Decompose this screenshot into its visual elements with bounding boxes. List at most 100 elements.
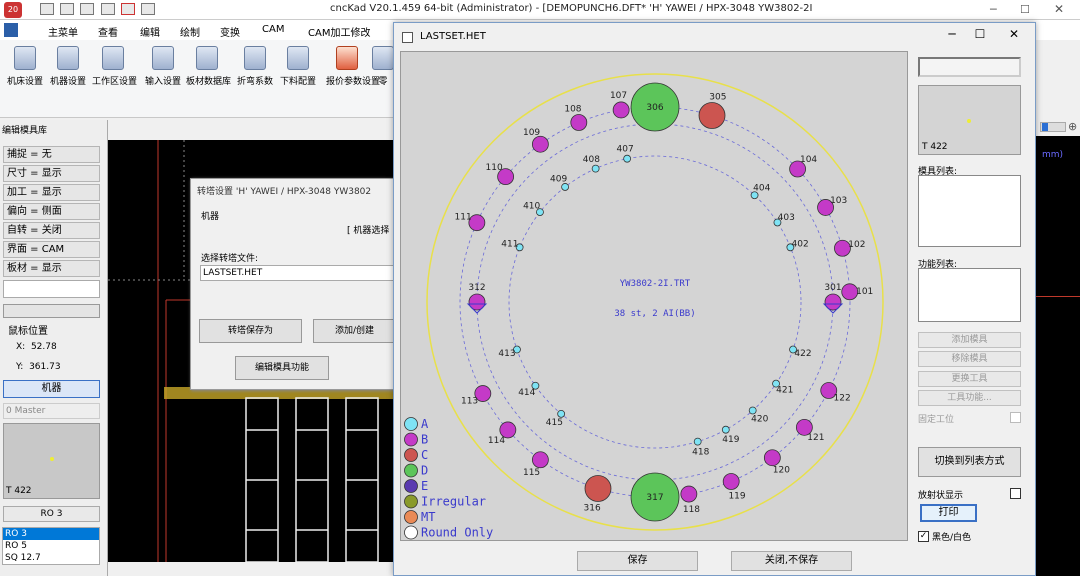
switch-list-button[interactable]: 切换到列表方式 [918,447,1021,477]
list-item[interactable]: RO 5 [3,540,99,552]
station-marker[interactable] [584,475,612,502]
station-marker[interactable] [698,102,726,129]
fixed-station-checkbox[interactable] [1010,412,1021,423]
bw-checkbox[interactable]: ✓ [918,531,929,542]
master-dropdown[interactable]: 0 Master [3,403,100,419]
function-list[interactable] [918,268,1021,322]
menu-draw[interactable]: 绘制 [180,24,200,39]
blank-field[interactable] [3,280,100,298]
station-407[interactable]: 407 [617,144,634,163]
sheet-database-button[interactable]: 板材数据库 [186,46,231,87]
dialog-close-icon[interactable]: ✕ [1004,27,1024,41]
nc-output-icon[interactable] [140,3,155,15]
dialog-maximize-icon[interactable]: ☐ [970,27,990,41]
menu-cam-modify[interactable]: CAM加工修改 [308,24,370,39]
machine-setup-button[interactable]: 机床设置 [4,46,46,87]
station-113[interactable]: 113 [461,385,492,407]
station-marker[interactable] [531,451,549,469]
station-411[interactable]: 411 [501,239,524,252]
station-402[interactable]: 402 [786,239,809,252]
station-103[interactable]: 103 [817,196,848,216]
station-marker[interactable] [693,437,702,446]
station-107[interactable]: 107 [610,91,630,119]
app-menu-icon[interactable] [4,23,18,37]
zoom-in-icon[interactable]: ⊕ [1068,120,1077,133]
station-420[interactable]: 420 [748,406,769,424]
station-408[interactable]: 408 [583,155,600,173]
station-101[interactable]: 101 [841,283,874,301]
close-window-icon[interactable]: ✕ [1054,2,1064,16]
print-icon[interactable] [100,3,115,15]
zoom-slider[interactable] [1040,122,1066,132]
nc-icon[interactable] [120,3,135,15]
quote-params-button[interactable]: 报价参数设置 [326,46,380,87]
save-button[interactable]: 保存 [577,551,698,571]
station-115[interactable]: 115 [523,451,549,478]
bend-factor-button[interactable]: 折弯系数 [234,46,276,87]
station-413[interactable]: 413 [498,345,521,359]
save-icon[interactable] [80,3,95,15]
sheet-setting[interactable]: 板材 = 显示 [3,260,100,277]
station-marker[interactable] [680,485,698,503]
station-403[interactable]: 403 [773,213,795,227]
menu-main[interactable]: 主菜单 [48,24,78,39]
station-108[interactable]: 108 [564,105,588,131]
more-button[interactable]: 零 [372,46,394,87]
menu-cam[interactable]: CAM [262,24,284,35]
station-120[interactable]: 120 [763,449,790,476]
interface-setting[interactable]: 界面 = CAM [3,241,100,258]
offset-setting[interactable]: 偏向 = 侧面 [3,203,100,220]
input-settings-button[interactable]: 输入设置 [142,46,184,87]
workspace-settings-button[interactable]: 工作区设置 [92,46,137,87]
station-421[interactable]: 421 [772,379,794,396]
ro-button[interactable]: RO 3 [3,506,100,522]
station-list[interactable]: RO 3 RO 5 SQ 12.7 [2,527,100,565]
list-item[interactable]: SQ 12.7 [3,552,99,564]
station-104[interactable]: 104 [789,155,818,178]
station-marker[interactable] [748,406,757,415]
station-316[interactable]: 316 [584,475,612,514]
dimension-setting[interactable]: 尺寸 = 显示 [3,165,100,182]
splitter-bar[interactable] [3,304,100,318]
station-marker[interactable] [612,101,630,119]
station-marker[interactable] [570,114,588,131]
station-114[interactable]: 114 [488,421,517,446]
save-turret-as-button[interactable]: 转塔保存为 [199,319,302,343]
tool-list[interactable] [918,175,1021,247]
station-121[interactable]: 121 [795,418,824,443]
station-410[interactable]: 410 [523,202,544,217]
list-item[interactable]: RO 3 [3,528,99,540]
station-422[interactable]: 422 [789,345,812,359]
edit-tool-function-button[interactable]: 编辑模具功能 [235,356,329,380]
replace-tool-button[interactable]: 更换工具 [918,371,1021,387]
station-marker[interactable] [591,164,600,173]
station-409[interactable]: 409 [550,175,570,191]
autorotate-setting[interactable]: 自转 = 关闭 [3,222,100,239]
cad-canvas-right[interactable]: mm) [1036,136,1080,576]
station-419[interactable]: 419 [721,425,740,445]
station-415[interactable]: 415 [546,409,566,428]
station-marker[interactable] [722,473,740,490]
menu-edit[interactable]: 编辑 [140,24,160,39]
station-marker[interactable] [763,449,781,467]
station-111[interactable]: 111 [455,213,486,232]
minimize-window-icon[interactable]: ─ [990,3,997,16]
close-no-save-button[interactable]: 关闭,不保存 [731,551,852,571]
add-tool-button[interactable]: 添加模具 [918,332,1021,348]
station-marker[interactable] [623,154,632,163]
new-file-icon[interactable] [40,3,54,15]
machine-button[interactable]: 机器 [3,380,100,398]
maximize-window-icon[interactable]: ☐ [1020,3,1030,16]
tool-function-button[interactable]: 工具功能... [918,390,1021,406]
add-create-button[interactable]: 添加/创建 [313,319,396,343]
station-122[interactable]: 122 [820,382,851,404]
machine-select-link[interactable]: [ 机器选择 [347,223,389,236]
turret-canvas[interactable]: 101 102 103 104 107 108 109 110 111 113 114 115 118 1… [400,51,908,541]
station-marker[interactable] [557,409,566,418]
station-marker[interactable] [721,425,730,434]
station-110[interactable]: 110 [486,163,515,186]
station-marker[interactable] [531,135,549,153]
station-102[interactable]: 102 [834,239,865,257]
menu-transform[interactable]: 变换 [220,24,240,39]
zoom-slider-thumb[interactable] [1042,123,1048,131]
